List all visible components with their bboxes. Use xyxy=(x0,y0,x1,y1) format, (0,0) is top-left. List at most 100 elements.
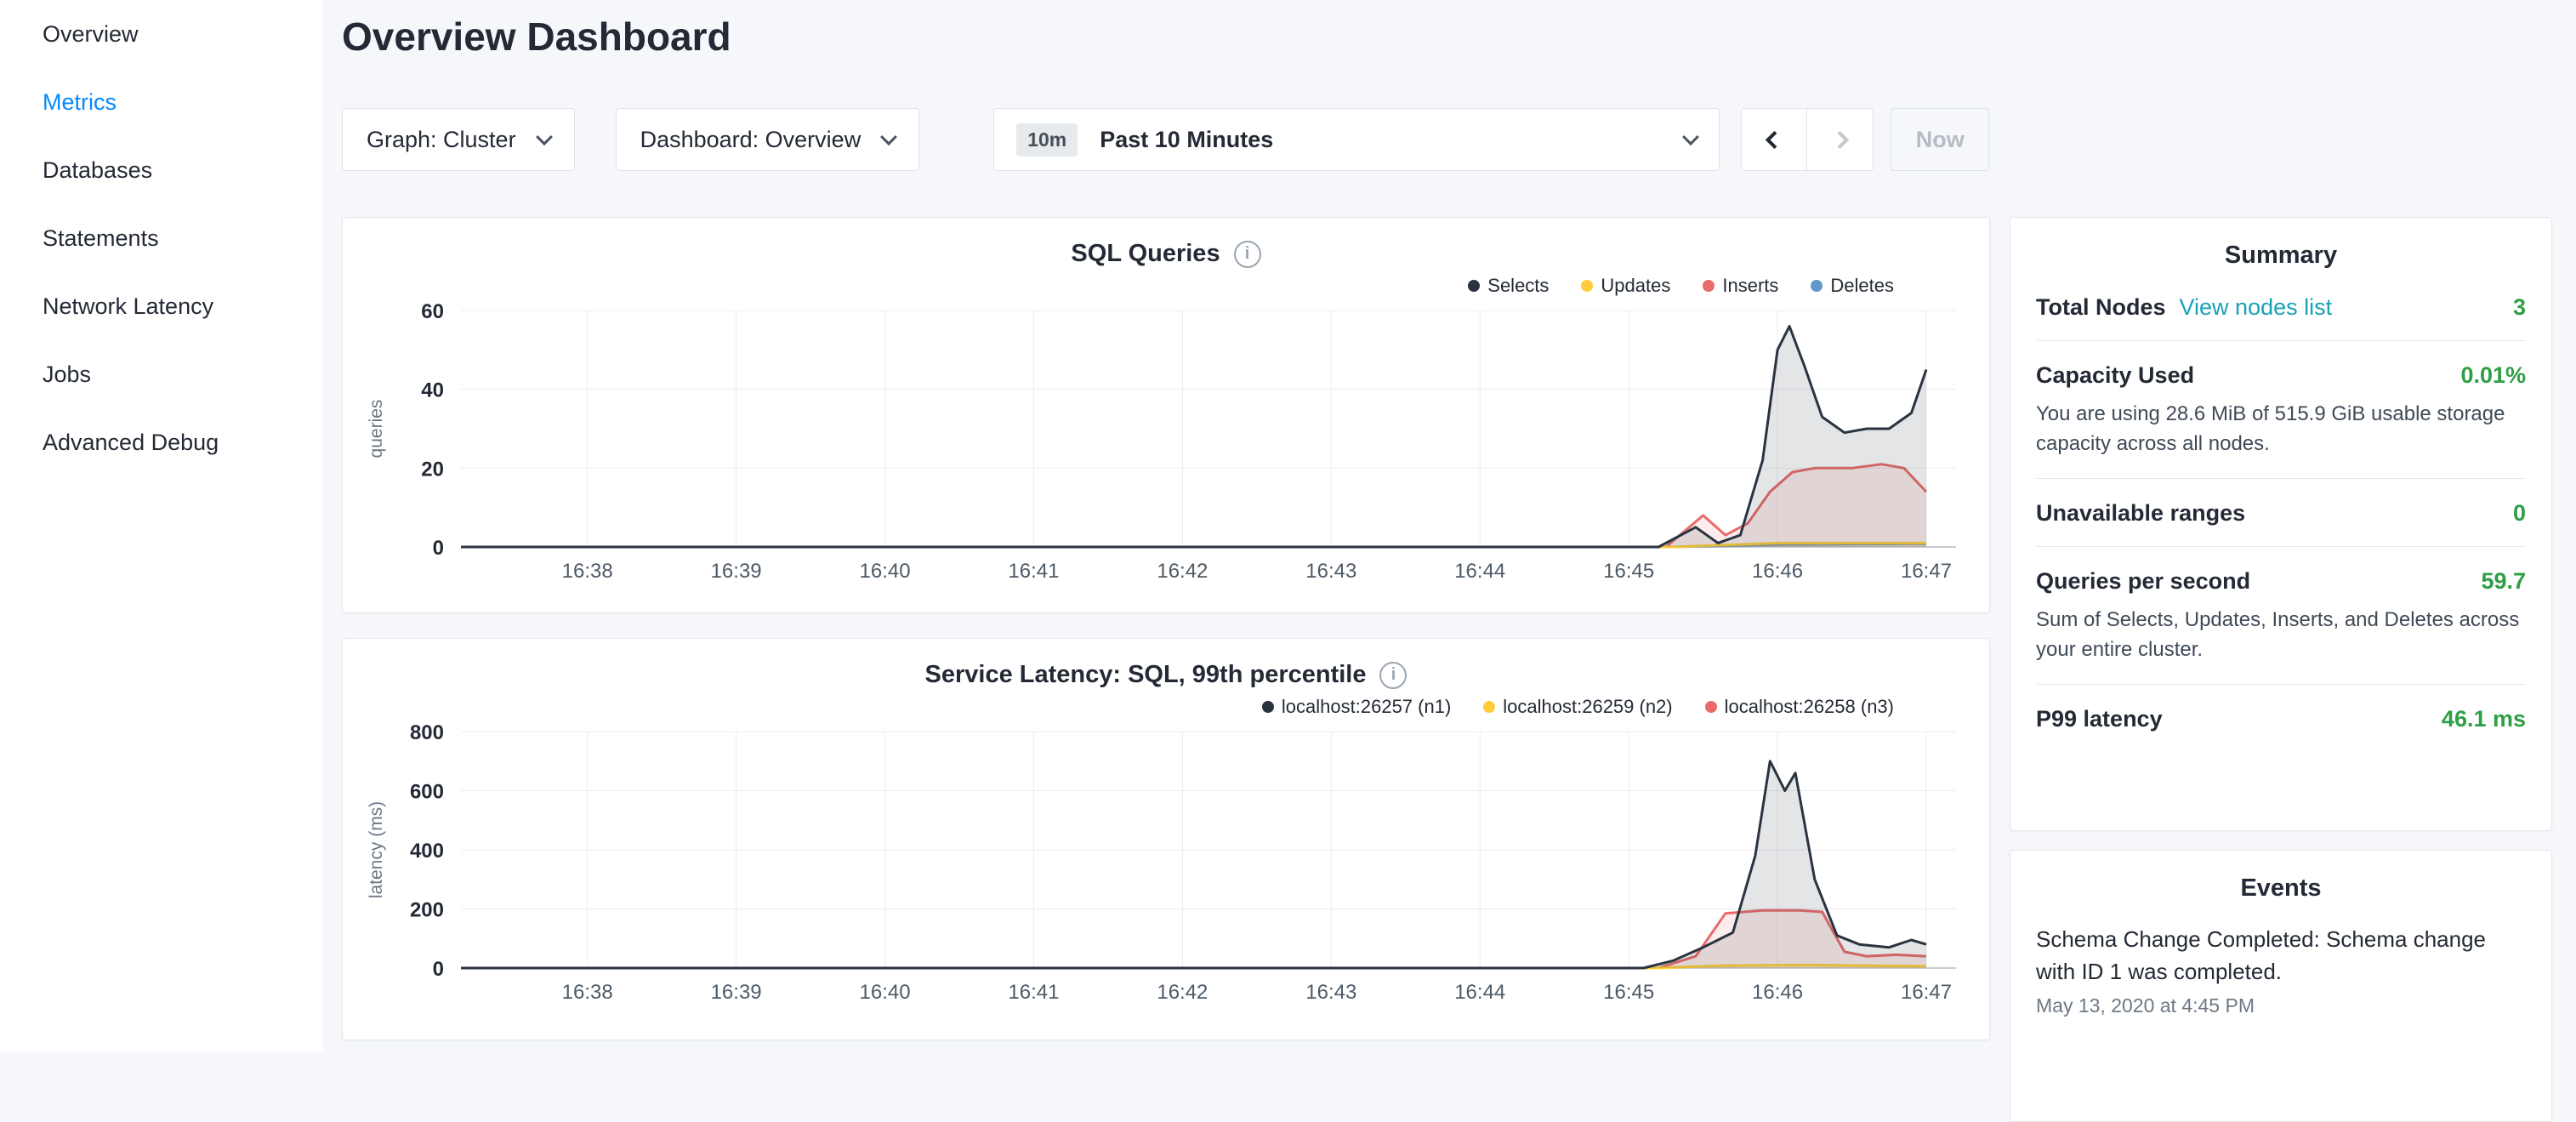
x-tick-label: 16:39 xyxy=(711,560,762,583)
y-tick-label: 0 xyxy=(433,537,444,560)
sidebar-item-overview[interactable]: Overview xyxy=(0,0,323,68)
x-tick-label: 16:44 xyxy=(1454,981,1505,1004)
time-next-button[interactable] xyxy=(1807,108,1874,171)
chevron-left-icon xyxy=(1766,130,1783,148)
summary-value: 0.01% xyxy=(2460,362,2526,389)
x-tick-label: 16:43 xyxy=(1305,981,1356,1004)
page-title: Overview Dashboard xyxy=(342,14,731,60)
toolbar: Graph: Cluster Dashboard: Overview 10m P… xyxy=(342,108,1989,171)
legend-dot-icon xyxy=(1483,701,1495,713)
chart-title: SQL Queries xyxy=(1071,240,1220,268)
summary-note: Sum of Selects, Updates, Inserts, and De… xyxy=(2036,605,2526,664)
x-tick-label: 16:46 xyxy=(1752,981,1803,1004)
info-icon[interactable]: i xyxy=(1379,662,1407,689)
x-tick-label: 16:44 xyxy=(1454,560,1505,583)
chevron-down-icon xyxy=(880,128,897,145)
summary-value: 0 xyxy=(2513,500,2526,527)
info-icon[interactable]: i xyxy=(1234,241,1261,268)
chart-legend: Selects Updates Inserts Deletes xyxy=(343,275,1989,297)
sidebar-item-metrics[interactable]: Metrics xyxy=(0,68,323,136)
sidebar-item-network-latency[interactable]: Network Latency xyxy=(0,272,323,340)
time-range-label: Past 10 Minutes xyxy=(1100,127,1273,153)
events-panel: Events Schema Change Completed: Schema c… xyxy=(2010,850,2552,1122)
summary-value: 3 xyxy=(2513,294,2526,321)
y-tick-label: 40 xyxy=(421,379,444,402)
event-item[interactable]: Schema Change Completed: Schema change w… xyxy=(2036,923,2526,1017)
view-nodes-list-link[interactable]: View nodes list xyxy=(2180,294,2333,321)
events-heading: Events xyxy=(2036,874,2526,903)
sidebar: Overview Metrics Databases Statements Ne… xyxy=(0,0,323,1051)
x-tick-label: 16:42 xyxy=(1157,981,1208,1004)
summary-label: P99 latency xyxy=(2036,706,2163,732)
legend-item[interactable]: Updates xyxy=(1581,275,1670,297)
x-tick-label: 16:41 xyxy=(1008,560,1059,583)
legend-item[interactable]: Selects xyxy=(1468,275,1549,297)
y-tick-label: 200 xyxy=(410,899,444,922)
summary-row-capacity-used: Capacity Used 0.01% You are using 28.6 M… xyxy=(2036,341,2526,479)
time-prev-button[interactable] xyxy=(1741,108,1807,171)
summary-label: Unavailable ranges xyxy=(2036,500,2245,527)
x-tick-label: 16:39 xyxy=(711,981,762,1004)
x-tick-label: 16:40 xyxy=(860,560,911,583)
sidebar-item-jobs[interactable]: Jobs xyxy=(0,340,323,408)
legend-item[interactable]: Deletes xyxy=(1811,275,1894,297)
summary-value: 59.7 xyxy=(2481,568,2526,595)
x-tick-label: 16:47 xyxy=(1901,560,1952,583)
legend-item[interactable]: localhost:26257 (n1) xyxy=(1262,696,1451,718)
x-tick-label: 16:43 xyxy=(1305,560,1356,583)
y-tick-label: 400 xyxy=(410,840,444,863)
event-message: Schema Change Completed: Schema change w… xyxy=(2036,923,2526,988)
x-tick-label: 16:46 xyxy=(1752,560,1803,583)
legend-item[interactable]: Inserts xyxy=(1703,275,1778,297)
x-tick-label: 16:45 xyxy=(1603,981,1654,1004)
service-latency-chart[interactable]: 16:3816:3916:4016:4116:4216:4316:4416:45… xyxy=(343,720,1991,1005)
sidebar-item-statements[interactable]: Statements xyxy=(0,204,323,272)
legend-dot-icon xyxy=(1581,280,1593,292)
graph-scope-label: Graph: Cluster xyxy=(367,127,516,153)
x-tick-label: 16:42 xyxy=(1157,560,1208,583)
series-line xyxy=(461,761,1926,968)
x-tick-label: 16:40 xyxy=(860,981,911,1004)
sql-queries-chart[interactable]: 16:38 16:39 16:40 16:41 16:42 16:43 16:44 16:45… xyxy=(343,299,1991,584)
legend-label: localhost:26257 (n1) xyxy=(1282,696,1451,718)
service-latency-chart-panel: Service Latency: SQL, 99th percentile i … xyxy=(342,638,1990,1040)
y-tick-label: 60 xyxy=(421,300,444,323)
summary-row-p99-latency: P99 latency 46.1 ms xyxy=(2036,685,2526,752)
y-tick-label: 20 xyxy=(421,458,444,481)
legend-label: localhost:26259 (n2) xyxy=(1503,696,1672,718)
legend-label: Deletes xyxy=(1830,275,1894,297)
x-tick-label: 16:45 xyxy=(1603,560,1654,583)
summary-label: Capacity Used xyxy=(2036,362,2194,389)
sidebar-item-databases[interactable]: Databases xyxy=(0,136,323,204)
sidebar-item-advanced-debug[interactable]: Advanced Debug xyxy=(0,408,323,476)
time-range-dropdown[interactable]: 10m Past 10 Minutes xyxy=(993,108,1720,171)
y-tick-label: 800 xyxy=(410,721,444,744)
y-tick-label: 0 xyxy=(433,958,444,981)
summary-row-total-nodes: Total Nodes View nodes list 3 xyxy=(2036,273,2526,341)
time-range-badge: 10m xyxy=(1016,123,1078,157)
summary-label: Queries per second xyxy=(2036,568,2250,595)
now-button[interactable]: Now xyxy=(1891,108,1989,171)
series-area xyxy=(461,327,1926,548)
time-nav-group xyxy=(1741,108,1874,171)
legend-dot-icon xyxy=(1811,280,1823,292)
x-tick-label: 16:38 xyxy=(562,560,613,583)
legend-label: localhost:26258 (n3) xyxy=(1725,696,1894,718)
summary-value: 46.1 ms xyxy=(2442,706,2526,732)
dashboard-dropdown-label: Dashboard: Overview xyxy=(640,127,862,153)
legend-item[interactable]: localhost:26258 (n3) xyxy=(1705,696,1894,718)
event-timestamp: May 13, 2020 at 4:45 PM xyxy=(2036,994,2526,1017)
graph-scope-dropdown[interactable]: Graph: Cluster xyxy=(342,108,575,171)
y-tick-label: 600 xyxy=(410,781,444,804)
summary-note: You are using 28.6 MiB of 515.9 GiB usab… xyxy=(2036,399,2526,458)
summary-heading: Summary xyxy=(2036,242,2526,270)
summary-label: Total Nodes xyxy=(2036,294,2166,321)
legend-label: Selects xyxy=(1487,275,1549,297)
y-axis-label: queries xyxy=(367,400,386,458)
chevron-right-icon xyxy=(1831,130,1849,148)
y-axis-label: latency (ms) xyxy=(367,801,386,898)
legend-dot-icon xyxy=(1262,701,1274,713)
dashboard-dropdown[interactable]: Dashboard: Overview xyxy=(616,108,920,171)
legend-item[interactable]: localhost:26259 (n2) xyxy=(1483,696,1672,718)
legend-dot-icon xyxy=(1468,280,1480,292)
